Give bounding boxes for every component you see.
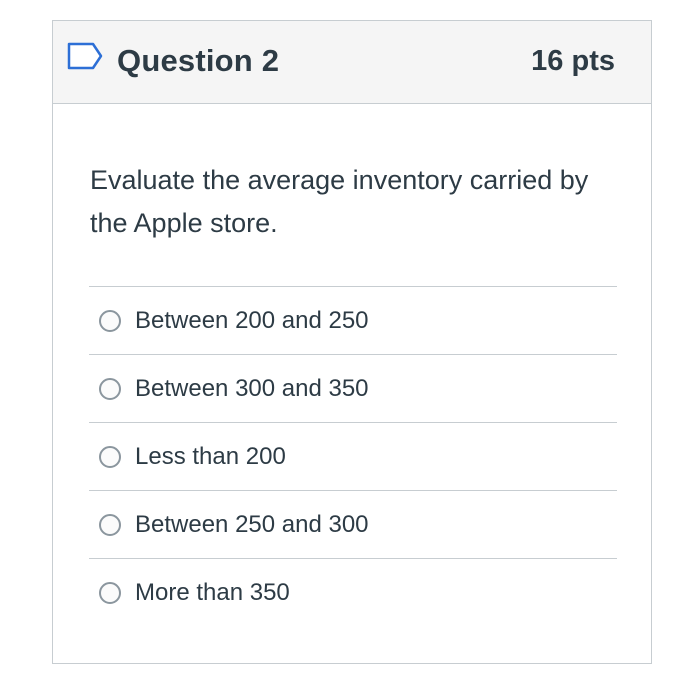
question-title: Question 2 bbox=[117, 43, 280, 78]
radio-icon[interactable] bbox=[99, 377, 121, 400]
answer-list: Between 200 and 250 Between 300 and 350 … bbox=[89, 286, 617, 626]
answer-label: Less than 200 bbox=[135, 442, 286, 470]
question-points: 16 pts bbox=[531, 45, 615, 77]
question-header: Question 2 16 pts bbox=[53, 21, 651, 104]
radio-icon[interactable] bbox=[99, 309, 121, 332]
radio-icon[interactable] bbox=[99, 581, 121, 604]
answer-option[interactable]: Between 200 and 250 bbox=[89, 286, 617, 354]
answer-option[interactable]: Less than 200 bbox=[89, 422, 617, 490]
radio-icon[interactable] bbox=[99, 445, 121, 468]
question-card: Question 2 16 pts Evaluate the average i… bbox=[52, 20, 652, 664]
answer-label: Between 250 and 300 bbox=[135, 510, 369, 538]
answer-label: More than 350 bbox=[135, 578, 290, 606]
radio-icon[interactable] bbox=[99, 513, 121, 536]
answer-label: Between 200 and 250 bbox=[135, 306, 369, 334]
question-text: Evaluate the average inventory carried b… bbox=[90, 165, 589, 238]
answer-option[interactable]: Between 300 and 350 bbox=[89, 354, 617, 422]
answer-option[interactable]: More than 350 bbox=[89, 558, 617, 626]
answer-label: Between 300 and 350 bbox=[135, 374, 369, 402]
flag-icon[interactable] bbox=[67, 41, 103, 71]
answer-option[interactable]: Between 250 and 300 bbox=[89, 490, 617, 558]
